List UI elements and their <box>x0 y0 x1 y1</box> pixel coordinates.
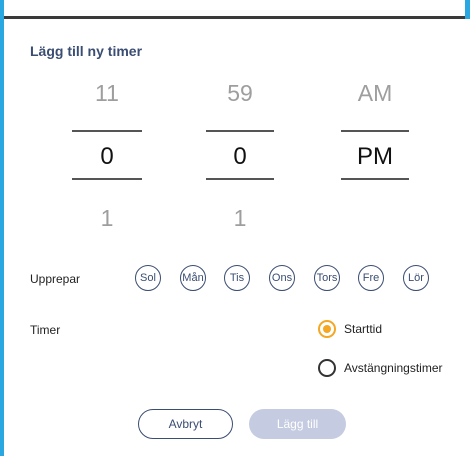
minute-selected[interactable]: 0 <box>206 143 274 171</box>
day-toggle-tors[interactable]: Tors <box>314 265 340 291</box>
hour-below[interactable]: 1 <box>72 205 142 232</box>
radio-starttid-label[interactable]: Starttid <box>344 322 382 336</box>
day-toggle-tis[interactable]: Tis <box>224 265 250 291</box>
window-top-bar <box>0 0 470 19</box>
minute-below[interactable]: 1 <box>206 205 274 232</box>
hour-selected[interactable]: 0 <box>72 143 142 171</box>
hour-top-divider <box>72 130 142 132</box>
repeat-label: Upprepar <box>30 272 81 286</box>
day-toggle-sol[interactable]: Sol <box>135 265 161 291</box>
period-selected[interactable]: PM <box>341 143 409 171</box>
cancel-button[interactable]: Avbryt <box>138 409 233 439</box>
dialog-title: Lägg till ny timer <box>30 43 143 59</box>
minute-top-divider <box>206 130 274 132</box>
radio-selected-dot <box>323 325 331 333</box>
day-toggle-ons[interactable]: Ons <box>269 265 295 291</box>
right-accent-border <box>465 0 470 19</box>
timer-label: Timer <box>30 323 61 337</box>
left-accent-border <box>0 0 4 456</box>
hour-above[interactable]: 11 <box>72 80 142 107</box>
period-top-divider <box>341 130 409 132</box>
minute-above[interactable]: 59 <box>206 80 274 107</box>
radio-starttid[interactable] <box>318 320 336 338</box>
hour-bottom-divider <box>72 178 142 180</box>
period-above[interactable]: AM <box>341 80 409 107</box>
radio-avstangningstimer[interactable] <box>318 359 336 377</box>
day-toggle-lor[interactable]: Lör <box>403 265 429 291</box>
day-toggle-fre[interactable]: Fre <box>358 265 384 291</box>
day-toggle-man[interactable]: Mån <box>180 265 206 291</box>
add-button[interactable]: Lägg till <box>249 409 346 439</box>
minute-bottom-divider <box>206 178 274 180</box>
period-bottom-divider <box>341 178 409 180</box>
radio-avstangningstimer-label[interactable]: Avstängningstimer <box>344 361 443 375</box>
